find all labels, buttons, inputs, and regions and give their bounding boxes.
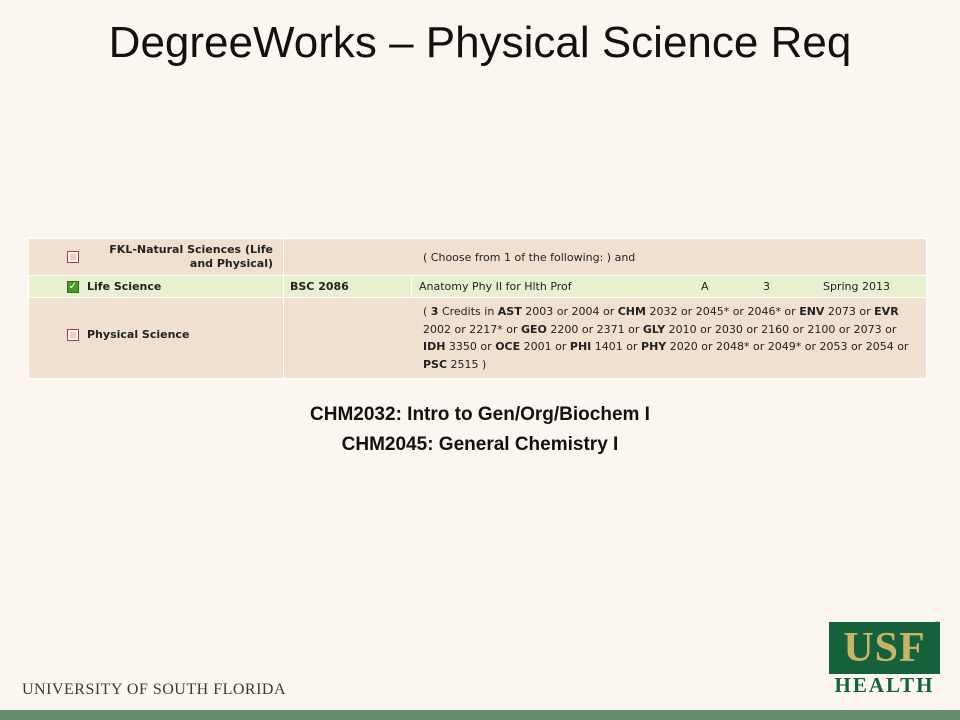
audit-row-physical-science: Physical Science ( 3 Credits in AST 2003… — [28, 297, 927, 379]
requirement-label: FKL-Natural Sciences (Life and Physical) — [109, 243, 273, 270]
requirement-label: Life Science — [87, 280, 162, 293]
logo-usf-text: USF — [829, 622, 940, 674]
requirement-label-cell: Physical Science — [28, 297, 284, 379]
caption-chm2032: CHM2032: Intro to Gen/Org/Biochem I — [310, 404, 650, 425]
logo-health-text: HEALTH — [834, 673, 935, 697]
course-title: Anatomy Phy II for Hlth Prof — [419, 280, 572, 293]
course-details: Anatomy Phy II for Hlth Prof A 3 Spring … — [411, 275, 927, 298]
requirement-description: ( Choose from 1 of the following: ) and — [283, 238, 927, 276]
university-wordmark: UNIVERSITY OF SOUTH FLORIDA — [22, 681, 287, 698]
caption-chm2045: CHM2045: General Chemistry I — [341, 434, 619, 455]
course-code: BSC 2086 — [283, 275, 412, 298]
audit-row-natural-sciences: FKL-Natural Sciences (Life and Physical)… — [28, 238, 927, 276]
requirement-label-cell: ✓ Life Science — [28, 275, 284, 298]
course-term: Spring 2013 — [823, 280, 890, 293]
usf-health-logo: USF ® HEALTH — [829, 620, 940, 697]
audit-row-life-science: ✓ Life Science BSC 2086 Anatomy Phy II f… — [28, 275, 927, 298]
unchecked-box-icon — [67, 251, 79, 263]
degreeworks-audit-table: FKL-Natural Sciences (Life and Physical)… — [28, 238, 927, 379]
registered-mark: ® — [933, 620, 940, 630]
requirement-course-list: ( 3 Credits in AST 2003 or 2004 or CHM 2… — [423, 305, 909, 371]
requirement-label: Physical Science — [87, 328, 190, 341]
footer-accent-bar — [0, 710, 960, 720]
slide-title: DegreeWorks – Physical Science Req — [108, 18, 852, 67]
requirement-label-cell: FKL-Natural Sciences (Life and Physical) — [28, 238, 284, 276]
check-icon: ✓ — [67, 281, 79, 293]
course-credits: 3 — [763, 280, 770, 293]
unchecked-box-icon — [67, 329, 79, 341]
course-grade: A — [701, 280, 709, 293]
physical-science-course-options: ( 3 Credits in AST 2003 or 2004 or CHM 2… — [283, 297, 927, 379]
